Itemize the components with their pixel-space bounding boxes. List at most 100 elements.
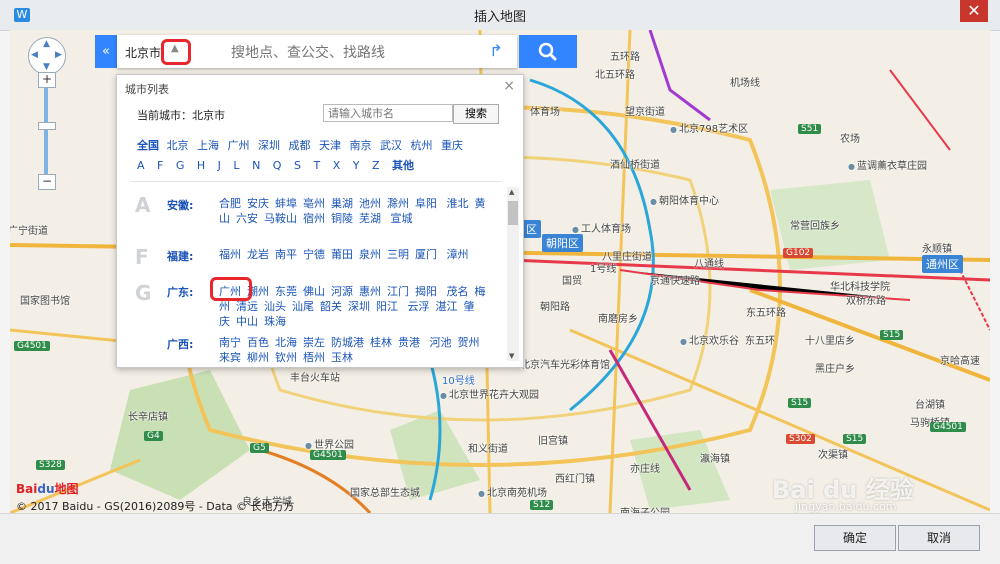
city-link[interactable]: 泉州 (359, 248, 381, 261)
route-icon[interactable]: ↱ (485, 41, 507, 63)
city-link[interactable]: 龙岩 (247, 248, 269, 261)
city-link[interactable]: 安庆 (247, 197, 269, 210)
city-link[interactable]: 茂名 (447, 285, 469, 298)
city-search-button[interactable]: 搜索 (453, 104, 499, 124)
city-link[interactable]: 来宾 (219, 351, 241, 364)
city-link-guangzhou[interactable]: 广州 (219, 285, 241, 298)
city-link[interactable]: 汕尾 (292, 300, 314, 313)
search-button[interactable] (519, 35, 577, 68)
city-link[interactable]: 河源 (331, 285, 353, 298)
city-link[interactable]: 六安 (236, 212, 258, 225)
city-link[interactable]: 贵港 (398, 336, 420, 349)
city-link[interactable]: 阜阳 (415, 197, 437, 210)
hot-city-link[interactable]: 上海 (197, 139, 219, 152)
collapse-search-button[interactable]: « (95, 35, 117, 68)
city-link[interactable]: 淮北 (447, 197, 469, 210)
city-link[interactable]: 玉林 (331, 351, 353, 364)
city-link[interactable]: 梧州 (303, 351, 325, 364)
city-link[interactable]: 深圳 (348, 300, 370, 313)
city-link[interactable]: 合肥 (219, 197, 241, 210)
city-link[interactable]: 云浮 (408, 300, 430, 313)
letter-link[interactable]: J (218, 159, 221, 172)
zoom-slider-thumb[interactable] (38, 122, 56, 130)
city-link[interactable]: 铜陵 (331, 212, 353, 225)
pan-up-icon[interactable]: ▲ (43, 39, 50, 49)
pan-control[interactable]: ▲ ▼ ◀ ▶ (28, 37, 66, 75)
city-link[interactable]: 巢湖 (331, 197, 353, 210)
scroll-down-icon[interactable]: ▼ (509, 352, 514, 360)
city-link[interactable]: 亳州 (303, 197, 325, 210)
city-list-scrollbar[interactable]: ▲ ▼ (507, 187, 519, 361)
letter-link[interactable]: Z (372, 159, 380, 172)
city-link[interactable]: 池州 (359, 197, 381, 210)
hot-city-link[interactable]: 南京 (350, 139, 372, 152)
city-link[interactable]: 南宁 (219, 336, 241, 349)
hot-city-link[interactable]: 重庆 (441, 139, 463, 152)
city-link[interactable]: 钦州 (275, 351, 297, 364)
letter-link[interactable]: G (176, 159, 185, 172)
city-link[interactable]: 滁州 (387, 197, 409, 210)
city-link[interactable]: 揭阳 (415, 285, 437, 298)
city-link[interactable]: 珠海 (264, 315, 286, 328)
city-link[interactable]: 桂林 (370, 336, 392, 349)
city-link[interactable]: 防城港 (331, 336, 364, 349)
pan-left-icon[interactable]: ◀ (31, 50, 38, 60)
city-link[interactable]: 湛江 (436, 300, 458, 313)
hot-city-link[interactable]: 杭州 (411, 139, 433, 152)
city-link[interactable]: 河池 (430, 336, 452, 349)
letter-link[interactable]: Q (273, 159, 282, 172)
letter-link[interactable]: S (294, 159, 301, 172)
search-input[interactable] (229, 35, 483, 70)
city-link[interactable]: 柳州 (247, 351, 269, 364)
city-link[interactable]: 三明 (387, 248, 409, 261)
city-link[interactable]: 南平 (275, 248, 297, 261)
city-link[interactable]: 东莞 (275, 285, 297, 298)
hot-city-link[interactable]: 成都 (289, 139, 311, 152)
city-link[interactable]: 惠州 (359, 285, 381, 298)
city-link[interactable]: 清远 (236, 300, 258, 313)
city-link[interactable]: 宿州 (303, 212, 325, 225)
hot-city-link[interactable]: 深圳 (258, 139, 280, 152)
city-link[interactable]: 崇左 (303, 336, 325, 349)
letter-link[interactable]: X (333, 159, 341, 172)
city-link[interactable]: 漳州 (447, 248, 469, 261)
letter-link[interactable]: L (233, 159, 239, 172)
letter-link[interactable]: T (313, 159, 320, 172)
scroll-thumb[interactable] (508, 201, 518, 225)
city-link[interactable]: 北海 (275, 336, 297, 349)
city-link[interactable]: 厦门 (415, 248, 437, 261)
city-link[interactable]: 百色 (247, 336, 269, 349)
letter-link[interactable]: F (157, 159, 163, 172)
city-link[interactable]: 芜湖 (359, 212, 381, 225)
city-link[interactable]: 佛山 (303, 285, 325, 298)
city-link[interactable]: 江门 (387, 285, 409, 298)
city-link[interactable]: 马鞍山 (264, 212, 297, 225)
letter-link[interactable]: N (252, 159, 260, 172)
nationwide-link[interactable]: 全国 (137, 139, 159, 152)
cancel-button[interactable]: 取消 (898, 525, 980, 551)
hot-city-link[interactable]: 广州 (228, 139, 250, 152)
city-link[interactable]: 阳江 (376, 300, 398, 313)
city-dropdown-toggle[interactable]: ▲ (161, 39, 191, 65)
zoom-track[interactable] (44, 88, 48, 176)
window-close-button[interactable]: ✕ (960, 0, 988, 22)
city-link[interactable]: 宁德 (303, 248, 325, 261)
hot-city-link[interactable]: 北京 (167, 139, 189, 152)
pan-right-icon[interactable]: ▶ (55, 50, 62, 60)
letter-link[interactable]: Y (353, 159, 360, 172)
city-link[interactable]: 莆田 (331, 248, 353, 261)
city-link[interactable]: 汕头 (264, 300, 286, 313)
city-link[interactable]: 潮州 (247, 285, 269, 298)
hot-city-link[interactable]: 天津 (319, 139, 341, 152)
zoom-out-button[interactable]: − (38, 174, 56, 190)
close-icon[interactable]: × (503, 78, 515, 94)
other-cities-link[interactable]: 其他 (392, 159, 414, 172)
city-link[interactable]: 蚌埠 (275, 197, 297, 210)
city-link[interactable]: 贺州 (458, 336, 480, 349)
city-link[interactable]: 中山 (236, 315, 258, 328)
city-link[interactable]: 韶关 (320, 300, 342, 313)
ok-button[interactable]: 确定 (814, 525, 896, 551)
city-link[interactable]: 福州 (219, 248, 241, 261)
city-link[interactable]: 宣城 (391, 212, 413, 225)
hot-city-link[interactable]: 武汉 (380, 139, 402, 152)
